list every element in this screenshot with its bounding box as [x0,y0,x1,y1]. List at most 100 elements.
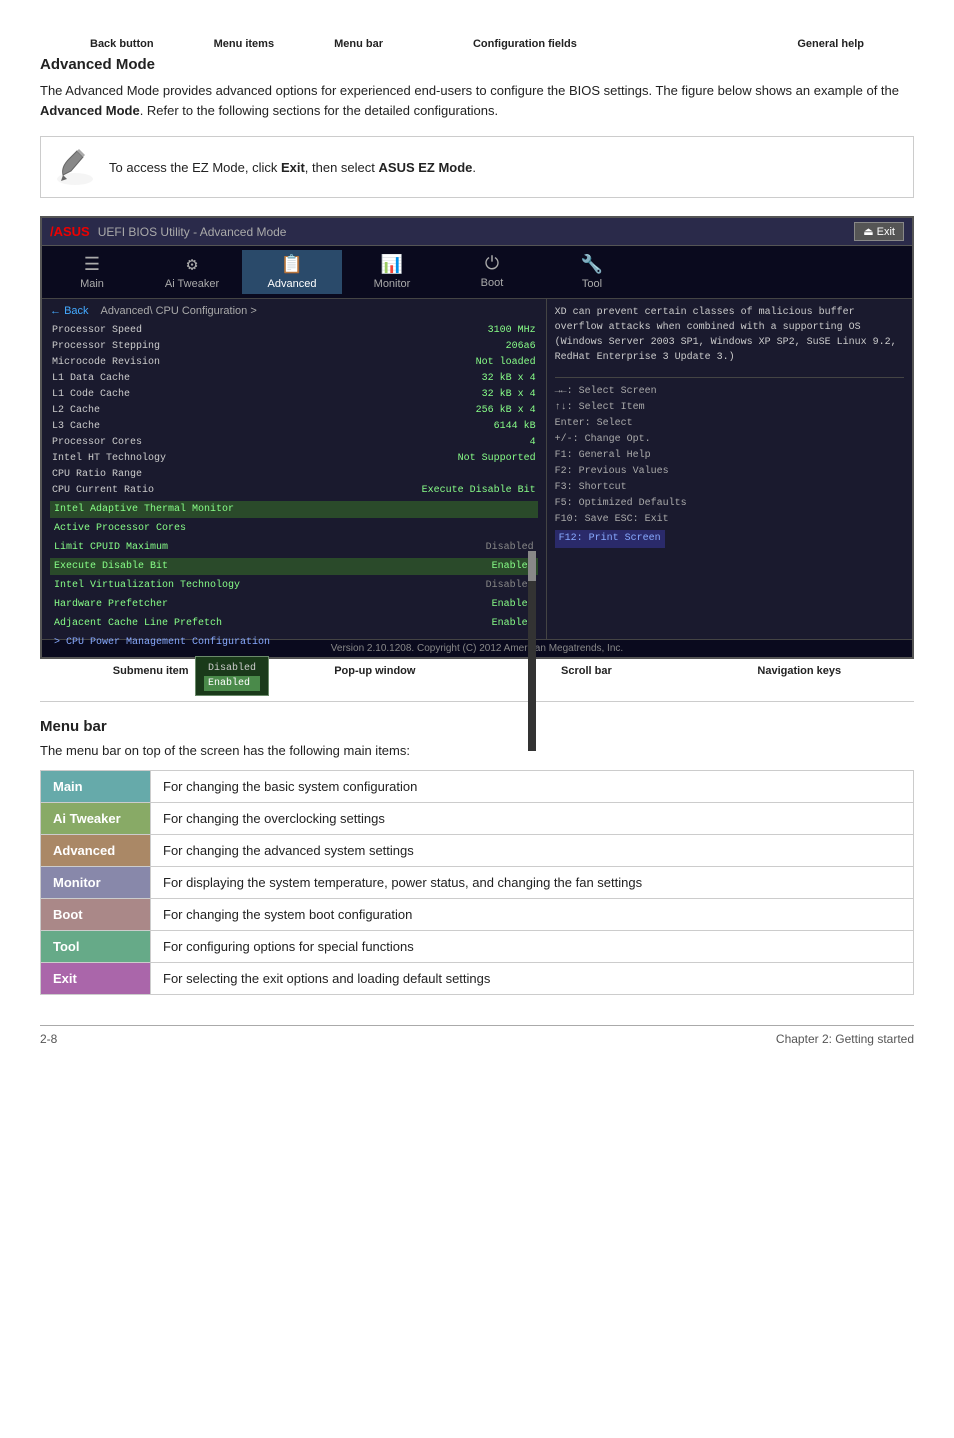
bios-titlebar: /ASUS UEFI BIOS Utility - Advanced Mode … [42,218,912,246]
menu-desc-advanced: For changing the advanced system setting… [151,835,914,867]
bios-right-panel: XD can prevent certain classes of malici… [547,299,912,639]
bios-menu-monitor[interactable]: 📊 Monitor [342,250,442,294]
monitor-menu-label: Monitor [374,278,411,290]
bios-limit-cpuid-row[interactable]: Limit CPUID Maximum Disabled [50,539,538,556]
menu-desc-tool: For configuring options for special func… [151,931,914,963]
table-row: Intel HT TechnologyNot Supported [50,451,538,467]
table-row: Processor Speed3100 MHz [50,323,538,339]
bios-adj-cache-row[interactable]: Adjacent Cache Line Prefetch Enabled [50,615,538,632]
bios-cpu-power-mgmt-row[interactable]: > CPU Power Management Configuration [50,634,538,651]
label-nav-keys: Navigation keys [757,665,841,677]
nav-key-item: ↑↓: Select Item [555,400,904,416]
bios-menubar: ☰ Main ⚙ Ai Tweaker 📋 Advanced 📊 Monitor… [42,246,912,299]
bios-virtualization-row[interactable]: Intel Virtualization Technology Disabled [50,577,538,594]
menu-bar-section-desc: The menu bar on top of the screen has th… [40,743,914,758]
bios-menu-boot[interactable]: ⏻ Boot [442,250,542,294]
footer-page-number: 2-8 [40,1032,57,1046]
main-menu-icon: ☰ [84,254,100,276]
menu-name-exit: Exit [41,963,151,995]
ai-tweaker-menu-icon: ⚙ [187,254,198,276]
note-box: To access the EZ Mode, click Exit, then … [40,136,914,198]
bios-exit-button[interactable]: ⏏ Exit [854,222,904,241]
bios-title-text: UEFI BIOS Utility - Advanced Mode [98,225,854,239]
label-menu-items: Menu items [214,38,275,50]
table-row: L2 Cache256 kB x 4 [50,403,538,419]
bios-help-text: XD can prevent certain classes of malici… [555,305,904,365]
bios-menu-tool[interactable]: 🔧 Tool [542,250,642,294]
label-config-fields: Configuration fields [473,38,577,50]
bios-menu-main[interactable]: ☰ Main [42,250,142,294]
bios-active-processor-row[interactable]: Active Processor Cores [50,520,538,537]
nav-key-screen: →←: Select Screen [555,384,904,400]
page-footer: 2-8 Chapter 2: Getting started [40,1025,914,1046]
table-row: Processor Stepping206a6 [50,339,538,355]
label-submenu-item: Submenu item [113,665,189,677]
bios-menu-ai-tweaker[interactable]: ⚙ Ai Tweaker [142,250,242,294]
menu-desc-ai: For changing the overclocking settings [151,803,914,835]
menu-name-ai: Ai Tweaker [41,803,151,835]
nav-key-f1: F1: General Help [555,448,904,464]
nav-key-f10: F10: Save ESC: Exit [555,512,904,528]
nav-key-enter: Enter: Select [555,416,904,432]
label-menu-bar: Menu bar [334,38,383,50]
nav-key-f3: F3: Shortcut [555,480,904,496]
bios-popup-disabled[interactable]: Disabled [204,661,260,676]
table-row: L3 Cache6144 kB [50,419,538,435]
bottom-annotation-labels: Submenu item Pop-up window Scroll bar Na… [40,665,914,677]
bios-navigation-keys: →←: Select Screen ↑↓: Select Item Enter:… [555,377,904,548]
label-general-help: General help [797,38,864,50]
menu-table-row-main: Main For changing the basic system confi… [41,771,914,803]
bios-cpu-info-table: Processor Speed3100 MHz Processor Steppi… [50,323,538,499]
note-text: To access the EZ Mode, click Exit, then … [109,160,476,175]
menu-table-row-boot: Boot For changing the system boot config… [41,899,914,931]
table-row: CPU Current RatioExecute Disable Bit [50,483,538,499]
tool-menu-icon: 🔧 [581,254,603,276]
boot-menu-icon: ⏻ [485,254,499,275]
menu-name-tool: Tool [41,931,151,963]
table-row: Processor Cores4 [50,435,538,451]
ai-tweaker-menu-label: Ai Tweaker [165,278,219,290]
nav-key-f12: F12: Print Screen [555,530,665,548]
menu-name-boot: Boot [41,899,151,931]
bios-popup-enabled[interactable]: Enabled [204,676,260,691]
nav-key-change: +/-: Change Opt. [555,432,904,448]
advanced-menu-icon: 📋 [281,254,303,276]
menu-table-row-exit: Exit For selecting the exit options and … [41,963,914,995]
bios-back-button[interactable]: ← Back [50,305,89,317]
menu-bar-section-title: Menu bar [40,718,914,735]
menu-table-row-advanced: Advanced For changing the advanced syste… [41,835,914,867]
menu-name-advanced: Advanced [41,835,151,867]
monitor-menu-icon: 📊 [381,254,403,276]
bios-menu-advanced[interactable]: 📋 Advanced [242,250,342,294]
footer-chapter: Chapter 2: Getting started [776,1032,914,1046]
bios-screenshot: /ASUS UEFI BIOS Utility - Advanced Mode … [40,216,914,659]
bios-scroll-thumb [528,551,536,581]
bios-content-area: ← Back Advanced\ CPU Configuration > Pro… [42,299,912,639]
nav-key-f5: F5: Optimized Defaults [555,496,904,512]
bios-hw-prefetch-row[interactable]: Hardware Prefetcher Enabled [50,596,538,613]
table-row: L1 Code Cache32 kB x 4 [50,387,538,403]
bios-breadcrumb: ← Back Advanced\ CPU Configuration > [50,305,538,317]
table-row: Microcode RevisionNot loaded [50,355,538,371]
bios-logo: /ASUS [50,224,90,239]
main-menu-label: Main [80,278,104,290]
bios-breadcrumb-path: Advanced\ CPU Configuration > [101,305,257,317]
label-popup-window: Pop-up window [334,665,415,677]
bios-selectable-section: Intel Adaptive Thermal Monitor Active Pr… [50,501,538,651]
bios-execute-disable-row[interactable]: Execute Disable Bit Enabled [50,558,538,575]
bios-scroll-bar[interactable] [528,551,536,751]
bios-left-panel: ← Back Advanced\ CPU Configuration > Pro… [42,299,547,639]
section-title: Advanced Mode [40,56,914,73]
label-back-button: Back button [90,38,154,50]
tool-menu-label: Tool [582,278,602,290]
bios-thermal-monitor-row[interactable]: Intel Adaptive Thermal Monitor [50,501,538,518]
menu-desc-main: For changing the basic system configurat… [151,771,914,803]
nav-key-f2: F2: Previous Values [555,464,904,480]
note-icon [55,147,95,187]
table-row: L1 Data Cache32 kB x 4 [50,371,538,387]
advanced-menu-label: Advanced [268,278,317,290]
section-description: The Advanced Mode provides advanced opti… [40,81,914,120]
menu-table-row-tool: Tool For configuring options for special… [41,931,914,963]
menu-name-main: Main [41,771,151,803]
boot-menu-label: Boot [481,277,504,289]
